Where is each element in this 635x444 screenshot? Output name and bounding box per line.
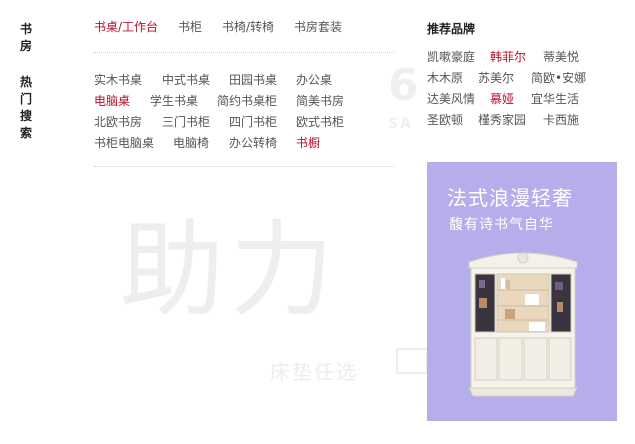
category-link[interactable]: 书桌/工作台 (94, 17, 178, 38)
hot-search-link[interactable]: 简美书房 (296, 91, 344, 112)
brands-line: 木木原 苏美尔 简欧•安娜 (427, 68, 627, 89)
brand-link[interactable]: 苏美尔 (478, 68, 531, 89)
hot-search-link[interactable]: 中式书桌 (162, 70, 229, 91)
brand-link[interactable]: 蒂美悦 (543, 47, 579, 68)
brand-link[interactable]: 卡西施 (543, 110, 579, 131)
category-label: 书房 (20, 22, 33, 53)
hot-search-link[interactable]: 书柜电脑桌 (94, 133, 173, 154)
hot-search-label: 热门搜索 (20, 75, 33, 140)
category-link[interactable]: 书柜 (178, 17, 222, 38)
brand-link[interactable]: 槿秀家园 (478, 110, 543, 131)
brands-title: 推荐品牌 (427, 22, 476, 36)
hot-search-link[interactable]: 欧式书柜 (296, 112, 344, 133)
bookcase-image (468, 252, 578, 397)
watermark-box-icon (396, 348, 428, 374)
hot-search-line: 北欧书房 三门书柜 四门书柜 欧式书柜 (94, 112, 404, 133)
brand-link[interactable]: 慕娅 (490, 89, 531, 110)
brand-link[interactable]: 达美风情 (427, 89, 490, 110)
hot-search-line: 电脑桌 学生书桌 简约书桌柜 简美书房 (94, 91, 404, 112)
section-divider (94, 166, 394, 167)
hot-search-link[interactable]: 学生书桌 (150, 91, 217, 112)
hot-search-link[interactable]: 北欧书房 (94, 112, 162, 133)
section-divider (94, 52, 394, 53)
hot-search-line: 实木书桌 中式书桌 田园书桌 办公桌 (94, 70, 404, 91)
hot-search-link[interactable]: 简约书桌柜 (217, 91, 296, 112)
hot-search-link[interactable]: 办公转椅 (229, 133, 296, 154)
brands-line: 圣欧顿 槿秀家园 卡西施 (427, 110, 627, 131)
brand-link[interactable]: 宜华生活 (531, 89, 579, 110)
watermark-small-text: 床垫任选 (270, 360, 358, 384)
recommended-brands: 推荐品牌 凯嗽豪庭 韩菲尔 蒂美悦 木木原 苏美尔 简欧•安娜 达美风情 慕娅 宜华生活 圣… (427, 20, 627, 131)
hot-search-link[interactable]: 实木书桌 (94, 70, 162, 91)
category-links: 书桌/工作台 书柜 书椅/转椅 书房套装 (94, 17, 404, 38)
category-link[interactable]: 书房套装 (294, 17, 342, 38)
promo-subline: 馥有诗书气自华 (449, 217, 554, 233)
hot-search-link[interactable]: 田园书桌 (229, 70, 296, 91)
hot-search-link[interactable]: 电脑椅 (173, 133, 229, 154)
brands-line: 凯嗽豪庭 韩菲尔 蒂美悦 (427, 47, 627, 68)
hot-search-link[interactable]: 四门书柜 (229, 112, 296, 133)
promo-headline: 法式浪漫轻奢 (447, 186, 573, 210)
brand-link[interactable]: 简欧•安娜 (531, 68, 586, 89)
hot-search-link[interactable]: 书橱 (296, 133, 320, 154)
hot-search-link[interactable]: 三门书柜 (162, 112, 229, 133)
brand-link[interactable]: 凯嗽豪庭 (427, 47, 490, 68)
hot-search-link[interactable]: 电脑桌 (94, 91, 150, 112)
hot-search-links: 实木书桌 中式书桌 田园书桌 办公桌 电脑桌 学生书桌 简约书桌柜 简美书房 北欧书房 三门书… (94, 70, 404, 154)
brand-link[interactable]: 韩菲尔 (490, 47, 543, 68)
hot-search-line: 书柜电脑桌 电脑椅 办公转椅 书橱 (94, 133, 404, 154)
brands-line: 达美风情 慕娅 宜华生活 (427, 89, 627, 110)
promo-banner[interactable]: 法式浪漫轻奢 馥有诗书气自华 (427, 162, 617, 421)
brand-link[interactable]: 圣欧顿 (427, 110, 478, 131)
watermark-big-text: 助力 (120, 209, 341, 331)
brands-grid: 凯嗽豪庭 韩菲尔 蒂美悦 木木原 苏美尔 简欧•安娜 达美风情 慕娅 宜华生活 圣欧顿 槿秀家… (427, 47, 627, 131)
category-link[interactable]: 书椅/转椅 (222, 17, 294, 38)
hot-search-link[interactable]: 办公桌 (296, 70, 332, 91)
brand-link[interactable]: 木木原 (427, 68, 478, 89)
